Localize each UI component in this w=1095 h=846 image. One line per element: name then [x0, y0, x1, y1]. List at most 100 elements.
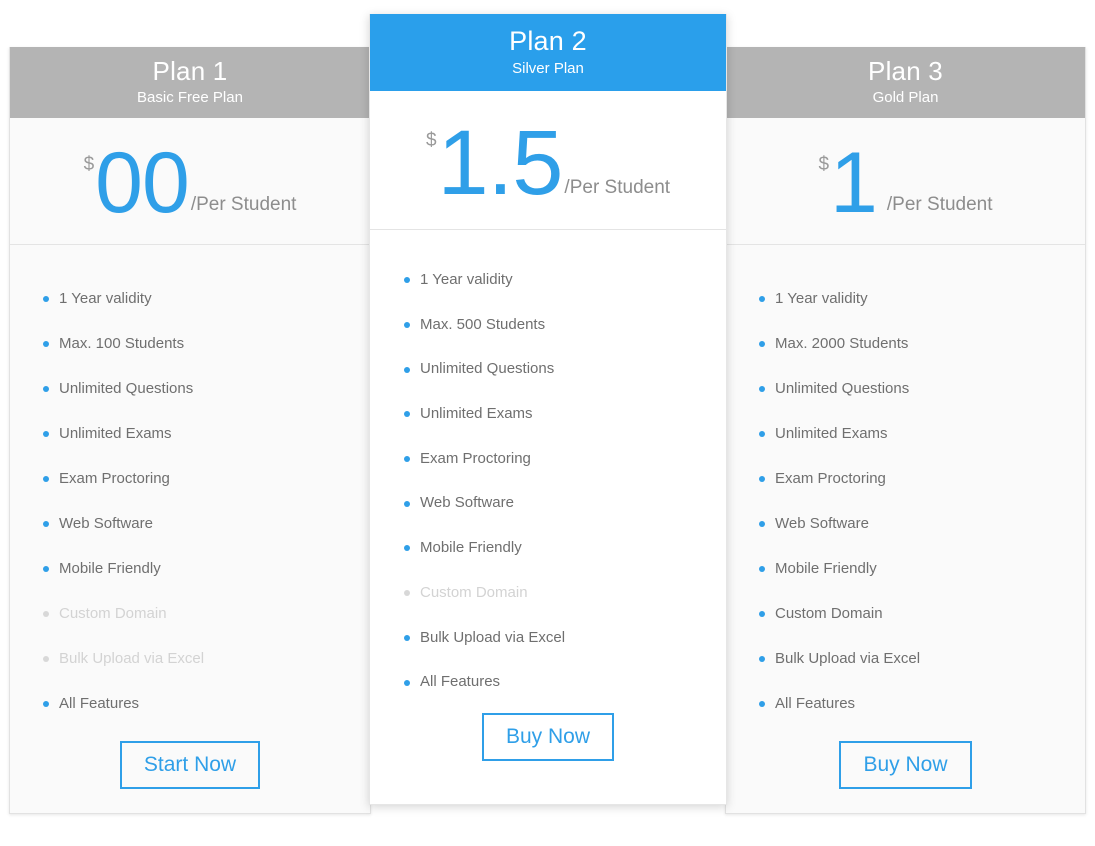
- plan-title: Plan 1: [152, 56, 228, 86]
- bullet-icon: [43, 340, 49, 347]
- bullet-icon: [43, 610, 49, 617]
- feature-label: Mobile Friendly: [775, 560, 877, 577]
- plan-title: Plan 3: [868, 56, 943, 86]
- bullet-icon: [404, 411, 410, 418]
- list-item: Web Software: [759, 501, 1085, 546]
- list-item: Unlimited Exams: [43, 411, 370, 456]
- feature-label: Custom Domain: [420, 583, 528, 601]
- bullet-icon: [43, 295, 49, 302]
- currency-symbol: $: [83, 153, 95, 175]
- list-item: 1 Year validity: [759, 276, 1085, 321]
- feature-label: Unlimited Questions: [59, 380, 194, 397]
- bullet-icon: [404, 456, 410, 463]
- bullet-icon: [759, 475, 765, 482]
- bullet-icon: [759, 565, 765, 572]
- list-item: Unlimited Questions: [759, 366, 1085, 411]
- bullet-icon: [759, 610, 765, 617]
- feature-label: Web Software: [420, 494, 514, 512]
- feature-label: Exam Proctoring: [775, 470, 886, 487]
- list-item: Exam Proctoring: [404, 437, 726, 482]
- plan-card-plan-2: Plan 2 Silver Plan $ 1.5 /Per Student 1 …: [369, 14, 727, 805]
- list-item: Exam Proctoring: [43, 456, 370, 501]
- bullet-icon: [43, 565, 49, 572]
- pricing-table: Plan 1 Basic Free Plan $ 00 /Per Student…: [0, 0, 1095, 822]
- feature-label: Unlimited Exams: [775, 425, 888, 442]
- list-item-disabled: Bulk Upload via Excel: [43, 636, 370, 681]
- currency-symbol: $: [818, 153, 830, 175]
- feature-label: Exam Proctoring: [420, 449, 531, 467]
- list-item: Unlimited Exams: [759, 411, 1085, 456]
- bullet-icon: [404, 366, 410, 373]
- plan-header-plan-1: Plan 1 Basic Free Plan: [10, 47, 370, 118]
- price-period: /Per Student: [190, 194, 297, 215]
- feature-label: 1 Year validity: [775, 290, 868, 307]
- plan-card-plan-3: Plan 3 Gold Plan $ 1 /Per Student 1 Year…: [725, 47, 1086, 814]
- bullet-icon: [759, 700, 765, 707]
- bullet-icon: [43, 475, 49, 482]
- bullet-icon: [759, 295, 765, 302]
- feature-label: 1 Year validity: [420, 271, 513, 288]
- plan-header-plan-2: Plan 2 Silver Plan: [370, 14, 726, 91]
- list-item: Unlimited Questions: [43, 366, 370, 411]
- feature-label: Mobile Friendly: [420, 539, 522, 557]
- price-block-plan-2: $ 1.5 /Per Student: [370, 91, 726, 230]
- plan-card-plan-1: Plan 1 Basic Free Plan $ 00 /Per Student…: [9, 47, 371, 814]
- feature-label: Exam Proctoring: [59, 470, 170, 487]
- currency-symbol: $: [425, 129, 437, 151]
- cta-wrap-plan-2: Buy Now: [370, 705, 726, 823]
- feature-label: Web Software: [775, 515, 869, 532]
- list-item-disabled: Custom Domain: [404, 571, 726, 616]
- list-item-disabled: Custom Domain: [43, 591, 370, 636]
- feature-list-plan-1: 1 Year validity Max. 100 Students Unlimi…: [10, 245, 370, 726]
- cta-wrap-plan-3: Buy Now: [726, 726, 1085, 846]
- price-block-plan-3: $ 1 /Per Student: [726, 118, 1085, 245]
- list-item: Mobile Friendly: [43, 546, 370, 591]
- plan-header-plan-3: Plan 3 Gold Plan: [726, 47, 1085, 118]
- list-item: Max. 2000 Students: [759, 321, 1085, 366]
- bullet-icon: [43, 655, 49, 662]
- feature-label: Bulk Upload via Excel: [420, 628, 566, 646]
- feature-label: Unlimited Questions: [775, 380, 910, 397]
- bullet-icon: [404, 590, 410, 597]
- feature-label: Web Software: [59, 515, 153, 532]
- plan-title: Plan 2: [509, 26, 587, 56]
- price-block-plan-1: $ 00 /Per Student: [10, 118, 370, 245]
- feature-label: Unlimited Questions: [420, 360, 555, 378]
- plan-subtitle: Basic Free Plan: [137, 88, 243, 106]
- list-item: All Features: [43, 681, 370, 726]
- bullet-icon: [759, 655, 765, 662]
- bullet-icon: [404, 679, 410, 686]
- buy-now-button-plan-2[interactable]: Buy Now: [481, 712, 615, 762]
- list-item: Unlimited Questions: [404, 347, 726, 392]
- bullet-icon: [759, 385, 765, 392]
- feature-label: All Features: [775, 695, 856, 712]
- list-item: Custom Domain: [759, 591, 1085, 636]
- list-item: Mobile Friendly: [404, 526, 726, 571]
- feature-label: Max. 2000 Students: [775, 335, 909, 352]
- feature-label: Mobile Friendly: [59, 560, 161, 577]
- feature-label: All Features: [420, 673, 501, 691]
- plan-subtitle: Silver Plan: [512, 59, 584, 77]
- price-amount: 1.5: [437, 111, 564, 214]
- feature-label: Unlimited Exams: [420, 405, 533, 423]
- list-item: 1 Year validity: [404, 258, 726, 303]
- buy-now-button-plan-3[interactable]: Buy Now: [839, 741, 972, 790]
- list-item: Unlimited Exams: [404, 392, 726, 437]
- bullet-icon: [404, 322, 410, 329]
- list-item: Mobile Friendly: [759, 546, 1085, 591]
- start-now-button[interactable]: Start Now: [119, 741, 261, 790]
- feature-label: Custom Domain: [59, 605, 167, 622]
- bullet-icon: [43, 385, 49, 392]
- list-item: All Features: [404, 660, 726, 705]
- list-item: 1 Year validity: [43, 276, 370, 321]
- bullet-icon: [404, 634, 410, 641]
- bullet-icon: [43, 520, 49, 527]
- price-period: /Per Student: [886, 194, 993, 215]
- feature-label: Bulk Upload via Excel: [775, 650, 921, 667]
- price-amount: 00: [95, 134, 190, 231]
- bullet-icon: [759, 340, 765, 347]
- feature-label: Custom Domain: [775, 605, 883, 622]
- feature-label: Unlimited Exams: [59, 425, 172, 442]
- list-item: Web Software: [404, 481, 726, 526]
- feature-label: All Features: [59, 695, 140, 712]
